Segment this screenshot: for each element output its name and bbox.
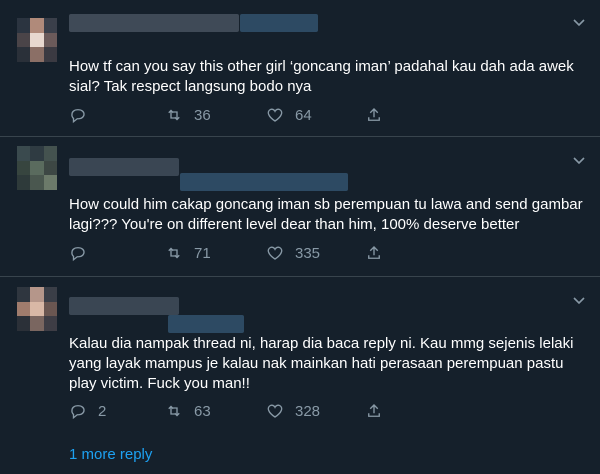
retweet-count: 63: [194, 402, 211, 420]
chevron-down-icon[interactable]: [572, 294, 586, 308]
tweet-3[interactable]: Kalau dia nampak thread ni, harap dia ba…: [0, 277, 600, 430]
avatar[interactable]: [17, 287, 57, 331]
avatar[interactable]: [17, 146, 57, 190]
tweet-1[interactable]: How tf can you say this other girl ‘gonc…: [0, 0, 600, 137]
like-button[interactable]: 328: [266, 400, 320, 422]
retweet-icon: [168, 247, 180, 259]
retweet-count: 71: [194, 244, 211, 262]
reply-icon: [71, 405, 85, 420]
like-button[interactable]: 64: [266, 104, 312, 126]
share-icon: [368, 108, 380, 121]
retweet-count: 36: [194, 106, 211, 124]
like-count: 335: [295, 244, 321, 262]
like-icon: [267, 108, 283, 122]
share-button[interactable]: [365, 400, 383, 422]
tweet-text: How tf can you say this other girl ‘gonc…: [69, 58, 574, 95]
reply-button[interactable]: 2: [69, 400, 106, 422]
more-replies-link[interactable]: 1 more reply: [69, 445, 152, 465]
retweet-icon: [168, 109, 180, 121]
reply-icon: [71, 109, 85, 124]
tweet-actions: 36 64: [69, 104, 469, 126]
like-icon: [267, 246, 283, 260]
reply-button[interactable]: [69, 242, 98, 264]
reply-button[interactable]: [69, 104, 98, 126]
blurred-handle: [168, 315, 244, 333]
tweet-actions: 2 63 328: [69, 400, 469, 422]
chevron-down-icon[interactable]: [572, 154, 586, 168]
retweet-button[interactable]: 36: [165, 104, 211, 126]
retweet-button[interactable]: 71: [165, 242, 211, 264]
blurred-username: [69, 158, 179, 176]
blurred-handle: [180, 173, 348, 191]
reply-icon: [71, 247, 85, 262]
tweet-2[interactable]: How could him cakap goncang iman sb pere…: [0, 137, 600, 277]
blurred-handle: [240, 14, 318, 32]
retweet-icon: [168, 405, 180, 417]
reply-count: 2: [98, 402, 107, 420]
like-icon: [267, 404, 283, 418]
share-icon: [368, 404, 380, 417]
share-button[interactable]: [365, 104, 383, 126]
share-icon: [368, 246, 380, 259]
tweet-text: How could him cakap goncang iman sb pere…: [69, 196, 583, 233]
retweet-button[interactable]: 63: [165, 400, 211, 422]
tweet-actions: 71 335: [69, 242, 469, 264]
like-count: 64: [295, 106, 312, 124]
blurred-username: [69, 14, 239, 32]
blurred-username: [69, 297, 179, 315]
chevron-down-icon[interactable]: [572, 16, 586, 30]
like-button[interactable]: 335: [266, 242, 320, 264]
avatar[interactable]: [17, 18, 57, 62]
share-button[interactable]: [365, 242, 383, 264]
tweet-text: Kalau dia nampak thread ni, harap dia ba…: [69, 335, 574, 392]
like-count: 328: [295, 402, 321, 420]
